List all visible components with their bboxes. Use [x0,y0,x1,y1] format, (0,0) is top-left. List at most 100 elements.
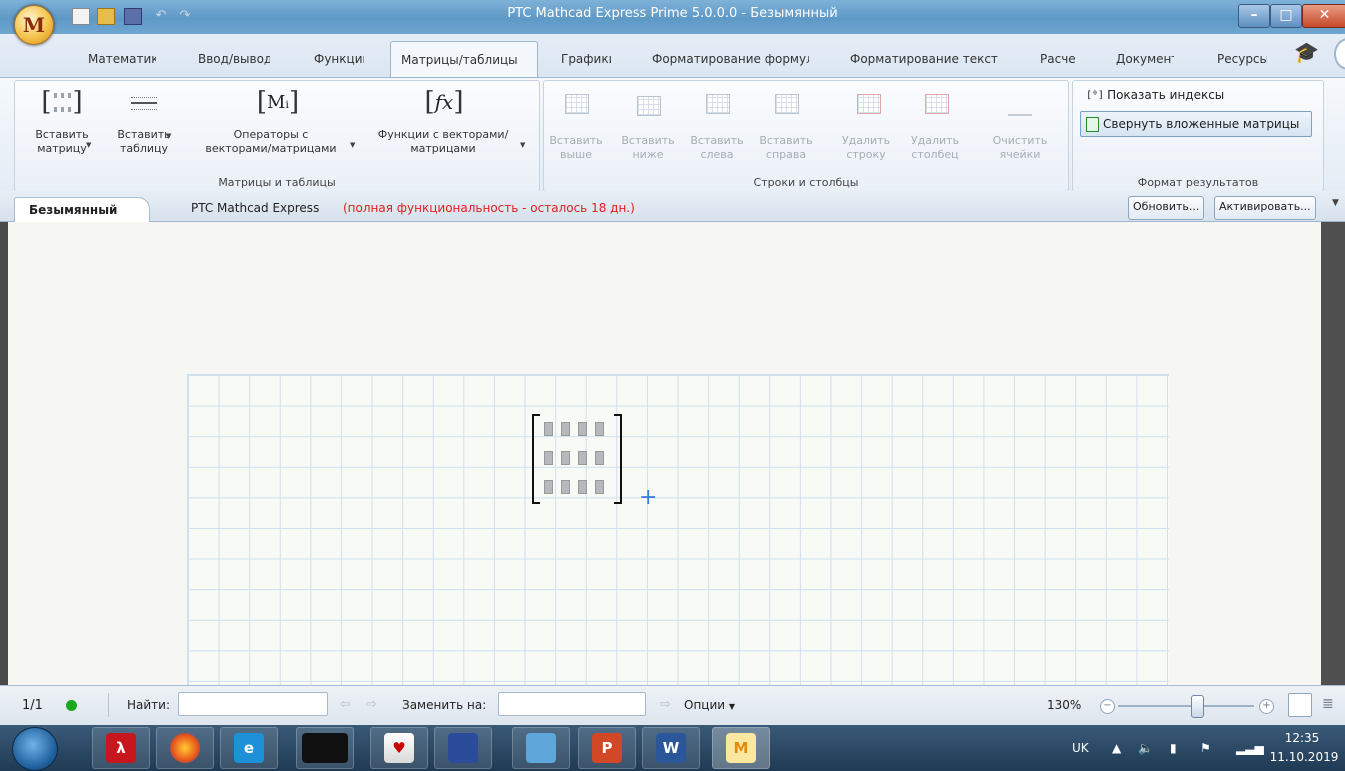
zoom-out-icon[interactable]: − [1100,699,1115,714]
document-tab[interactable]: Безымянный [14,197,150,222]
app-icon [302,733,348,763]
clock-time[interactable]: 12:35 [1272,731,1332,745]
dropdown-arrow-icon: ▼ [86,141,92,149]
update-button[interactable]: Обновить... [1128,196,1205,220]
taskbar-browser[interactable]: e [220,727,278,769]
tab-matrices-tables[interactable]: Матрицы/таблицы [390,41,538,78]
maximize-button[interactable]: □ [1270,4,1302,28]
insert-below-button[interactable]: Вставить ниже [620,134,676,162]
tab-document[interactable]: Документ [1116,44,1174,74]
zoom-slider-track[interactable] [1118,705,1254,707]
matrix-cell-placeholder[interactable] [561,451,570,465]
application-menu-button[interactable]: M [14,5,54,45]
matrix-cell-placeholder[interactable] [595,422,604,436]
dropdown-arrow-icon: ▼ [166,132,172,140]
word-icon: W [656,733,686,763]
delete-row-button[interactable]: Удалить строку [838,134,894,162]
volume-icon[interactable]: 🔈 [1138,741,1153,755]
browser-icon: e [234,733,264,763]
draft-view-icon[interactable]: ≣ [1322,697,1336,711]
matrix-cell-placeholder[interactable] [595,451,604,465]
tab-text-formatting[interactable]: Форматирование текста [850,44,998,74]
page-view-icon[interactable] [1288,693,1312,717]
group-label: Матрицы и таблицы [218,176,336,189]
tab-plots[interactable]: Графики [561,44,611,74]
collapse-nested-matrices-button[interactable]: Свернуть вложенные матрицы [1080,111,1312,137]
insert-table-icon[interactable] [126,86,162,116]
find-next-icon[interactable]: ⇨ [366,697,377,712]
activate-button[interactable]: Активировать... [1214,196,1316,220]
nested-matrix-icon [1086,116,1099,132]
matrix-cell-placeholder[interactable] [595,480,604,494]
show-indices-button[interactable]: [⁰] Показать индексы [1086,88,1224,102]
taskbar-word[interactable]: W [642,727,700,769]
dropdown-arrow-icon: ▼ [520,141,526,149]
graduation-cap-icon[interactable]: 🎓 [1294,40,1319,64]
close-button[interactable]: ✕ [1302,4,1345,28]
matrix-operators-icon[interactable]: [Mᵢ] [248,84,308,120]
matrix-cell-placeholder[interactable] [578,451,587,465]
matrix-cell-placeholder[interactable] [578,422,587,436]
insert-matrix-icon[interactable]: [] [40,84,84,120]
find-previous-icon[interactable]: ⇦ [340,697,351,712]
find-input[interactable] [178,692,328,716]
matrix-placeholder[interactable] [532,414,622,504]
matrix-functions-icon[interactable]: [fx] [414,84,474,120]
insert-above-button[interactable]: Вставить выше [548,134,604,162]
matrix-cell-placeholder[interactable] [561,422,570,436]
taskbar-control-panel[interactable] [512,727,570,769]
tab-resources[interactable]: Ресурсы [1217,44,1267,74]
taskbar-solitaire[interactable]: ♥ [370,727,428,769]
worksheet-grid[interactable] [187,374,1169,686]
taskbar-firefox[interactable] [156,727,214,769]
tab-functions[interactable]: Функции [314,44,364,74]
matrix-right-bracket [614,414,622,504]
insert-table-button[interactable]: Вставить таблицу ▼ [112,128,176,156]
delete-column-button[interactable]: Удалить столбец [907,134,963,162]
tab-io[interactable]: Ввод/вывод [198,44,270,74]
network-icon[interactable]: ▂▃▅ [1236,741,1264,755]
find-label: Найти: [127,698,171,712]
clear-cells-button[interactable]: Очистить ячейки [990,134,1050,162]
matrix-cell-placeholder[interactable] [544,422,553,436]
powerpoint-icon: P [592,733,622,763]
dropdown-arrow-icon: ▼ [350,141,356,149]
insert-right-button[interactable]: Вставить справа [758,134,814,162]
battery-icon[interactable]: ▮ [1170,741,1177,755]
start-button[interactable] [12,727,58,771]
chevron-down-icon[interactable]: ▼ [1332,198,1339,208]
insert-left-button[interactable]: Вставить слева [689,134,745,162]
tab-calculation[interactable]: Расчет [1040,44,1075,74]
window-title: PTC Mathcad Express Prime 5.0.0.0 - Безы… [507,6,838,21]
taskbar-powerpoint[interactable]: P [578,727,636,769]
delete-column-icon [925,94,949,114]
matrix-functions-button[interactable]: Функции с векторами/ матрицами ▼ [368,128,526,156]
taskbar-mathcad[interactable]: M [712,727,770,769]
replace-icon[interactable]: ⇨ [660,697,671,712]
matrix-cell-placeholder[interactable] [544,480,553,494]
minimize-button[interactable]: – [1238,4,1270,28]
taskbar-app-dark[interactable] [296,727,354,769]
taskbar-acrobat[interactable]: λ [92,727,150,769]
zoom-slider-thumb[interactable] [1191,695,1204,718]
options-button[interactable]: Опции ▼ [684,698,735,712]
zoom-in-icon[interactable]: + [1259,699,1274,714]
matrix-operators-button[interactable]: Операторы с векторами/матрицами ▼ [196,128,355,156]
taskbar-floppy[interactable] [434,727,492,769]
tray-expand-icon[interactable]: ▲ [1112,741,1121,755]
crosshair-cursor-icon: + [639,485,658,510]
tab-math-formatting[interactable]: Форматирование формул [652,44,809,74]
matrix-cell-placeholder[interactable] [578,480,587,494]
dropdown-arrow-icon: ▼ [728,702,736,711]
insert-matrix-button[interactable]: Вставить матрицу ▼ [30,128,94,156]
matrix-cell-placeholder[interactable] [544,451,553,465]
insert-below-icon [637,96,661,116]
clock-date[interactable]: 11.10.2019 [1268,750,1340,764]
flag-icon[interactable]: ⚑ [1200,741,1211,755]
matrix-cell-placeholder[interactable] [561,480,570,494]
firefox-icon [170,733,200,763]
language-indicator[interactable]: UK [1072,741,1089,755]
tab-math[interactable]: Математика [88,44,156,74]
vertical-scrollbar[interactable] [1321,222,1345,685]
replace-input[interactable] [498,692,646,716]
